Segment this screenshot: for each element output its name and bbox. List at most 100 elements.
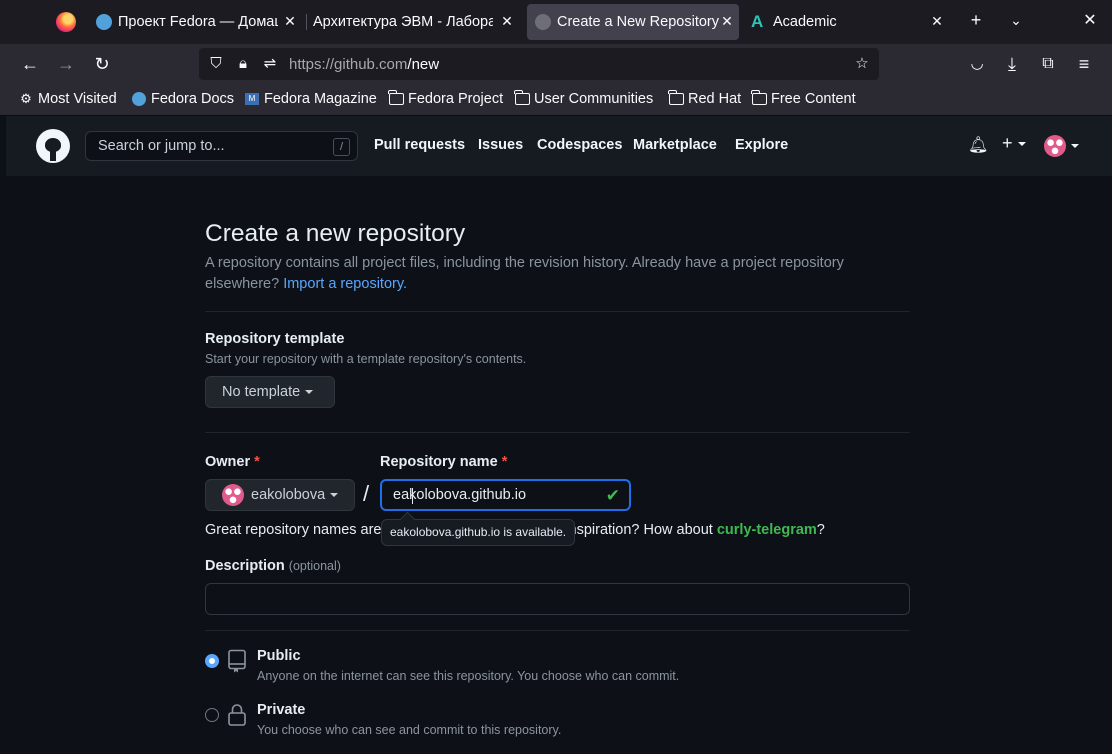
close-icon[interactable]: ✕ [282, 13, 298, 30]
page-subtitle: A repository contains all project files,… [205, 253, 885, 295]
bookmark-label: Free Content [771, 91, 856, 107]
private-description: You choose who can see and commit to thi… [257, 723, 562, 737]
window-close-icon[interactable]: ✕ [1078, 10, 1102, 30]
public-description: Anyone on the internet can see this repo… [257, 669, 680, 683]
avatar [222, 484, 244, 506]
lock-icon[interactable]: 🔒︎ [234, 55, 252, 73]
pocket-icon[interactable]: ◡ [965, 52, 989, 76]
lock-icon [227, 703, 247, 732]
public-radio[interactable] [205, 654, 219, 668]
repo-name-label: Repository name * [380, 454, 508, 470]
close-icon[interactable]: ✕ [929, 13, 945, 30]
tab-separator [306, 14, 307, 30]
folder-icon [388, 90, 404, 107]
tab-label: Academic [773, 14, 837, 30]
tab-list-chevron-icon[interactable]: ⌄ [1004, 12, 1028, 29]
template-label: Repository template [205, 331, 345, 347]
tab-fedora[interactable]: Проект Fedora — Домашн ✕ [96, 4, 302, 40]
caret-down-icon [305, 390, 314, 394]
fedora-icon [131, 91, 147, 107]
folder-icon [751, 90, 767, 107]
private-radio[interactable] [205, 708, 219, 722]
availability-tooltip: eakolobova.github.io is available. [381, 519, 576, 546]
close-icon[interactable]: ✕ [719, 13, 735, 30]
search-input[interactable]: Search or jump to... / [85, 131, 358, 161]
user-menu[interactable] [1044, 135, 1079, 157]
bookmark-fedora-magazine[interactable]: M Fedora Magazine [244, 91, 377, 107]
nav-explore[interactable]: Explore [735, 137, 788, 153]
check-icon: ✔ [605, 486, 620, 505]
shield-icon[interactable]: ⛉ [207, 55, 225, 73]
nav-issues[interactable]: Issues [478, 137, 523, 153]
downloads-icon[interactable]: ⤓ [1000, 52, 1024, 76]
tab-architecture[interactable]: Архитектура ЭВМ - Лабора ✕ [313, 4, 519, 40]
bookmark-label: Fedora Project [408, 91, 504, 107]
back-arrow-icon[interactable]: ← [18, 52, 42, 76]
bookmark-fedora-docs[interactable]: Fedora Docs [131, 91, 234, 107]
nav-codespaces[interactable]: Codespaces [537, 137, 622, 153]
tab-label: Проект Fedora — Домашн [118, 14, 278, 30]
template-button-label: No template [222, 384, 301, 400]
browser-nav-bar: ← → ↻ ⛉ 🔒︎ ⇌ https://github.com/new ☆ ◡ … [0, 44, 1112, 84]
nav-marketplace[interactable]: Marketplace [633, 137, 717, 153]
github-logo-icon[interactable] [36, 129, 70, 163]
caret-down-icon [330, 493, 339, 497]
bookmark-red-hat[interactable]: Red Hat [668, 90, 742, 107]
description-label: Description (optional) [205, 558, 341, 574]
github-icon [535, 14, 551, 30]
url-bar[interactable]: ⛉ 🔒︎ ⇌ https://github.com/new ☆ [199, 48, 879, 80]
owner-repo-separator: / [363, 481, 370, 506]
folder-icon [514, 90, 530, 107]
permissions-icon[interactable]: ⇌ [261, 55, 279, 73]
close-icon[interactable]: ✕ [499, 13, 515, 30]
magazine-icon: M [244, 91, 260, 107]
new-tab-icon[interactable]: + [964, 10, 988, 31]
forward-arrow-icon[interactable]: → [54, 52, 78, 76]
tab-academic[interactable]: A Academic ✕ [751, 4, 949, 40]
repository-name-input[interactable]: eakolobova.github.io ✔ [380, 479, 631, 511]
tab-label: Create a New Repository [557, 14, 719, 30]
template-dropdown-button[interactable]: No template [205, 376, 335, 408]
extensions-icon[interactable]: ⧉ [1036, 52, 1060, 76]
search-placeholder: Search or jump to... [98, 138, 225, 154]
divider [205, 630, 910, 631]
owner-label: Owner * [205, 454, 260, 470]
divider [205, 311, 910, 312]
bookmark-label: Fedora Docs [151, 91, 235, 107]
tab-label: Архитектура ЭВМ - Лабора [313, 14, 493, 30]
bookmark-fedora-project[interactable]: Fedora Project [388, 90, 504, 107]
suggested-name-link[interactable]: curly-telegram [717, 522, 817, 538]
bookmark-label: Red Hat [688, 91, 742, 107]
bookmark-star-icon[interactable]: ☆ [853, 55, 871, 73]
reload-icon[interactable]: ↻ [90, 52, 114, 76]
repo-icon [227, 649, 247, 678]
browser-tab-bar: Проект Fedora — Домашн ✕ Архитектура ЭВМ… [0, 0, 1112, 44]
avatar [1044, 135, 1066, 157]
bookmark-most-visited[interactable]: ⚙ Most Visited [18, 91, 117, 107]
notifications-bell-icon[interactable]: 🔔︎ [968, 135, 988, 155]
academic-icon: A [751, 12, 764, 31]
url-text[interactable]: https://github.com/new [289, 56, 439, 73]
firefox-icon[interactable] [56, 12, 76, 32]
create-new-plus-icon[interactable]: + [1002, 133, 1026, 154]
bookmarks-bar: ⚙ Most Visited Fedora Docs M Fedora Maga… [0, 84, 1112, 116]
gear-icon: ⚙ [20, 91, 32, 106]
template-note: Start your repository with a template re… [205, 352, 527, 366]
menu-icon[interactable]: ≡ [1072, 52, 1096, 76]
bookmark-free-content[interactable]: Free Content [751, 90, 856, 107]
bookmark-label: User Communities [534, 91, 654, 107]
tab-create-repository[interactable]: Create a New Repository ✕ [527, 4, 739, 40]
page-title: Create a new repository [205, 220, 466, 247]
divider [205, 432, 910, 433]
github-header: Search or jump to... / Pull requests Iss… [6, 116, 1112, 176]
text-cursor [412, 488, 413, 504]
bookmark-label: Most Visited [38, 91, 117, 107]
bookmark-user-communities[interactable]: User Communities [514, 90, 654, 107]
description-input[interactable] [205, 583, 910, 615]
public-title: Public [257, 648, 301, 664]
owner-dropdown[interactable]: eakolobova [205, 479, 355, 511]
nav-pull-requests[interactable]: Pull requests [374, 137, 465, 153]
folder-icon [668, 90, 684, 107]
import-repository-link[interactable]: Import a repository. [283, 276, 407, 292]
fedora-icon [96, 14, 112, 30]
